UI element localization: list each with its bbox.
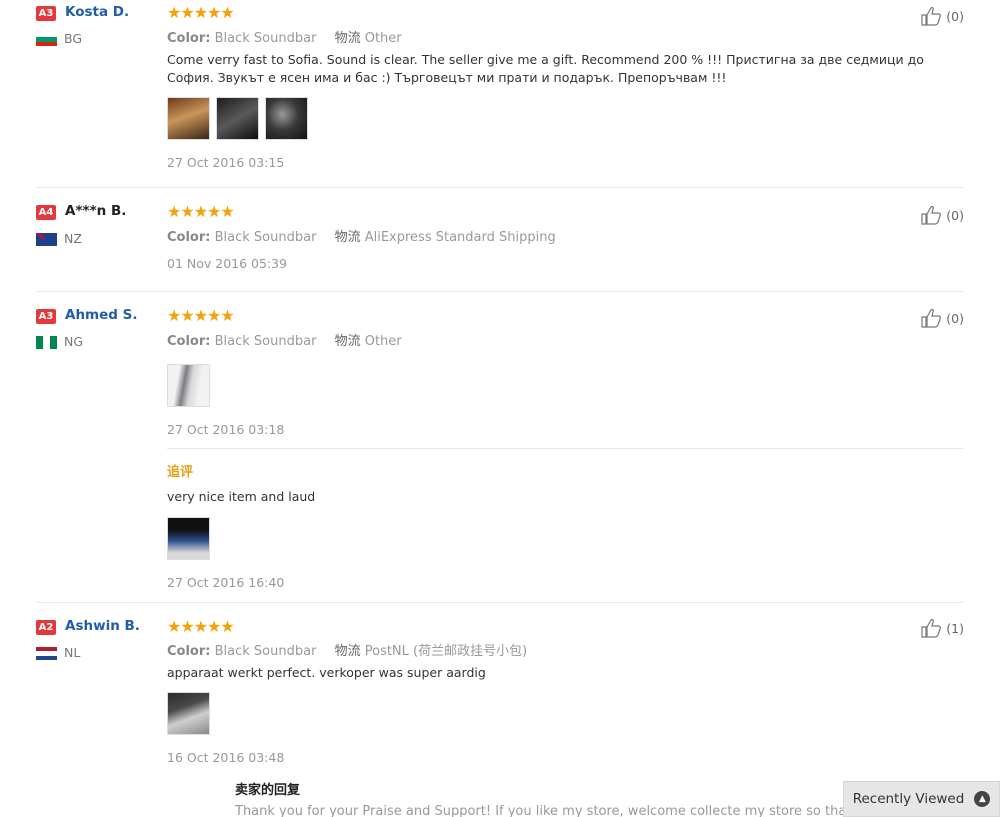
review-date: 16 Oct 2016 03:48 bbox=[167, 750, 285, 765]
color-label: Color: bbox=[167, 644, 211, 659]
review-photo-thumbnail[interactable] bbox=[216, 97, 259, 140]
star-rating: ★★★★★ bbox=[167, 202, 235, 221]
review-photo-thumbnail[interactable] bbox=[167, 97, 210, 140]
level-badge: A3 bbox=[36, 309, 56, 324]
helpful-button[interactable]: (0) bbox=[920, 5, 964, 27]
review-item: A2 Ashwin B. NL ★★★★★ Color: Black Sound… bbox=[36, 603, 964, 817]
bg-flag-icon bbox=[36, 33, 57, 46]
thumbs-up-icon bbox=[921, 309, 942, 328]
star-rating: ★★★★★ bbox=[167, 617, 235, 636]
review-photo-thumbnail[interactable] bbox=[167, 692, 210, 735]
star-rating: ★★★★★ bbox=[167, 3, 235, 22]
level-badge: A2 bbox=[36, 620, 56, 635]
reviewer-name[interactable]: Ahmed S. bbox=[65, 307, 138, 323]
color-label: Color: bbox=[167, 230, 211, 245]
review-photo-thumbnail[interactable] bbox=[167, 517, 210, 560]
review-photos bbox=[167, 692, 210, 735]
additional-feedback-date: 27 Oct 2016 16:40 bbox=[167, 575, 285, 590]
shipping-label: 物流 bbox=[334, 31, 361, 46]
color-value: Black Soundbar bbox=[214, 334, 317, 349]
seller-reply: 卖家的回复 Thank you for your Praise and Supp… bbox=[235, 779, 907, 817]
nl-flag-icon bbox=[36, 647, 57, 660]
recently-viewed-button[interactable]: Recently Viewed ▲ bbox=[843, 781, 1000, 817]
order-info: Color: Black Soundbar 物流 PostNL (荷兰邮政挂号小… bbox=[167, 640, 527, 659]
review-item: A4 A***n B. NZ ★★★★★ Color: Black Soundb… bbox=[36, 188, 964, 292]
additional-feedback-label: 追评 bbox=[167, 465, 194, 480]
reviewer-country: NG bbox=[64, 334, 84, 349]
shipping-label: 物流 bbox=[334, 230, 361, 245]
reviewer-name[interactable]: Ashwin B. bbox=[65, 618, 140, 634]
color-value: Black Soundbar bbox=[214, 644, 317, 659]
thumbs-up-icon bbox=[921, 7, 942, 26]
additional-photos bbox=[167, 517, 210, 560]
review-photos bbox=[167, 364, 210, 407]
review-text: apparaat werkt perfect. verkoper was sup… bbox=[167, 665, 486, 680]
helpful-button[interactable]: (0) bbox=[920, 204, 964, 226]
shipping-value: PostNL (荷兰邮政挂号小包) bbox=[364, 644, 528, 659]
recently-viewed-label: Recently Viewed bbox=[852, 791, 965, 807]
helpful-count: (1) bbox=[946, 620, 964, 636]
review-date: 01 Nov 2016 05:39 bbox=[167, 256, 288, 271]
review-text: Come verry fast to Sofia. Sound is clear… bbox=[167, 52, 924, 85]
chevron-up-icon: ▲ bbox=[974, 791, 991, 807]
nz-flag-icon bbox=[36, 233, 57, 246]
color-label: Color: bbox=[167, 334, 211, 349]
reviewer-country: BG bbox=[64, 31, 83, 46]
helpful-count: (0) bbox=[946, 8, 964, 24]
color-value: Black Soundbar bbox=[214, 230, 317, 245]
shipping-value: AliExpress Standard Shipping bbox=[364, 230, 556, 245]
shipping-value: Other bbox=[364, 31, 402, 46]
review-photo-thumbnail[interactable] bbox=[167, 364, 210, 407]
star-rating: ★★★★★ bbox=[167, 306, 235, 325]
shipping-label: 物流 bbox=[334, 644, 361, 659]
color-label: Color: bbox=[167, 31, 211, 46]
reviewer-country: NL bbox=[64, 645, 81, 660]
helpful-count: (0) bbox=[946, 207, 964, 223]
order-info: Color: Black Soundbar 物流 Other bbox=[167, 27, 402, 46]
level-badge: A4 bbox=[36, 205, 56, 220]
ng-flag-icon bbox=[36, 336, 57, 349]
review-photo-thumbnail[interactable] bbox=[265, 97, 308, 140]
order-info: Color: Black Soundbar 物流 AliExpress Stan… bbox=[167, 226, 556, 245]
color-value: Black Soundbar bbox=[214, 31, 317, 46]
thumbs-up-icon bbox=[921, 619, 942, 638]
seller-reply-text: Thank you for your Praise and Support! I… bbox=[235, 804, 907, 817]
level-badge: A3 bbox=[36, 6, 56, 21]
review-photos bbox=[167, 97, 308, 140]
divider bbox=[167, 448, 964, 449]
thumbs-up-icon bbox=[921, 206, 942, 225]
shipping-label: 物流 bbox=[334, 334, 361, 349]
seller-reply-label: 卖家的回复 bbox=[235, 783, 301, 798]
helpful-count: (0) bbox=[946, 310, 964, 326]
reviewer-name[interactable]: Kosta D. bbox=[65, 4, 129, 20]
review-item: A3 Kosta D. BG ★★★★★ Color: Black Soundb… bbox=[36, 0, 964, 188]
helpful-button[interactable]: (1) bbox=[920, 617, 964, 639]
review-date: 27 Oct 2016 03:18 bbox=[167, 422, 285, 437]
shipping-value: Other bbox=[364, 334, 402, 349]
order-info: Color: Black Soundbar 物流 Other bbox=[167, 330, 402, 349]
review-date: 27 Oct 2016 03:15 bbox=[167, 155, 285, 170]
helpful-button[interactable]: (0) bbox=[920, 307, 964, 329]
review-item: A3 Ahmed S. NG ★★★★★ Color: Black Soundb… bbox=[36, 292, 964, 603]
additional-feedback-text: very nice item and laud bbox=[167, 489, 316, 504]
reviewer-name[interactable]: A***n B. bbox=[65, 203, 126, 219]
reviewer-country: NZ bbox=[64, 231, 82, 246]
